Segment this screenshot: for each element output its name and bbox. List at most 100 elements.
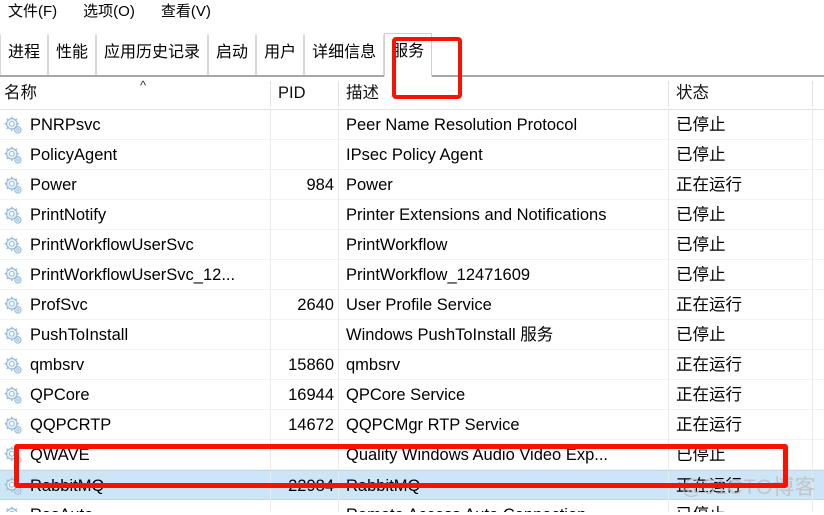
table-row[interactable]: RasAuto Remote Access Auto Connection ...…: [0, 500, 824, 512]
tab-users[interactable]: 用户: [256, 34, 305, 75]
table-row[interactable]: ProfSvc 2640 User Profile Service 正在运行: [0, 290, 824, 320]
cell-description: QPCore Service: [346, 386, 466, 404]
cell-divider: [668, 200, 669, 230]
services-table[interactable]: PNRPsvc Peer Name Resolution Protocol 已停止 P…: [0, 110, 824, 512]
cell-divider: [812, 440, 813, 470]
cell-divider: [668, 260, 669, 290]
cell-description: QQPCMgr RTP Service: [346, 416, 520, 434]
tab-details[interactable]: 详细信息: [304, 34, 385, 75]
cell-divider: [668, 230, 669, 260]
cell-pid: [274, 260, 334, 290]
cell-divider: [668, 440, 669, 470]
tab-processes[interactable]: 进程: [0, 34, 49, 75]
service-gear-icon: [4, 477, 23, 496]
table-row[interactable]: PNRPsvc Peer Name Resolution Protocol 已停止: [0, 110, 824, 140]
cell-pid: [274, 230, 334, 260]
cell-divider: [338, 110, 339, 140]
column-header-desc[interactable]: 描述: [346, 77, 379, 109]
cell-divider: [668, 170, 669, 200]
tab-performance[interactable]: 性能: [48, 34, 97, 75]
cell-divider: [270, 260, 271, 290]
column-header-pid[interactable]: PID: [278, 77, 306, 109]
cell-divider: [668, 500, 669, 512]
sort-ascending-icon: ^: [140, 78, 147, 93]
cell-description: PrintWorkflow: [346, 236, 448, 254]
column-header-name[interactable]: 名称: [4, 77, 37, 109]
service-gear-icon: [4, 116, 23, 135]
cell-divider: [270, 410, 271, 440]
cell-status: 正在运行: [676, 416, 742, 434]
table-row[interactable]: RabbitMQ 22984 RabbitMQ 正在运行: [0, 470, 824, 501]
cell-divider: [812, 170, 813, 200]
column-header-status[interactable]: 状态: [676, 77, 709, 109]
cell-divider: [270, 230, 271, 260]
menu-bar: 文件(F) 选项(O) 查看(V): [0, 0, 824, 24]
service-gear-icon: [4, 296, 23, 315]
table-row[interactable]: PrintNotify Printer Extensions and Notifi…: [0, 200, 824, 230]
cell-divider: [812, 471, 813, 501]
cell-description: qmbsrv: [346, 356, 401, 374]
cell-status: 已停止: [676, 146, 726, 164]
cell-divider: [812, 410, 813, 440]
cell-description: PrintWorkflow_12471609: [346, 266, 531, 284]
tab-app-history[interactable]: 应用历史记录: [96, 34, 209, 75]
column-divider[interactable]: [812, 81, 813, 107]
tab-services[interactable]: 服务: [384, 33, 433, 77]
tab-startup[interactable]: 启动: [208, 34, 257, 75]
cell-description: Windows PushToInstall 服务: [346, 326, 554, 344]
table-row[interactable]: Power 984 Power 正在运行: [0, 170, 824, 200]
cell-divider: [270, 440, 271, 470]
menu-file[interactable]: 文件(F): [6, 2, 67, 22]
cell-divider: [338, 350, 339, 380]
cell-description: Quality Windows Audio Video Exp...: [346, 446, 609, 464]
service-gear-icon: [4, 446, 23, 465]
cell-pid: 2640: [297, 296, 334, 314]
cell-pid: [274, 320, 334, 350]
service-gear-icon: [4, 416, 23, 435]
service-gear-icon: [4, 266, 23, 285]
cell-pid: 14672: [288, 416, 334, 434]
menu-view[interactable]: 查看(V): [159, 2, 221, 22]
table-row[interactable]: QPCore 16944 QPCore Service 正在运行: [0, 380, 824, 410]
cell-pid: [274, 110, 334, 140]
column-divider[interactable]: [338, 81, 339, 107]
table-row[interactable]: PrintWorkflowUserSvc PrintWorkflow 已停止: [0, 230, 824, 260]
cell-service-name: PrintNotify: [30, 206, 107, 224]
column-divider[interactable]: [668, 81, 669, 107]
table-row[interactable]: QWAVE Quality Windows Audio Video Exp... 已…: [0, 440, 824, 470]
table-column-header: 名称 ^ PID 描述 状态: [0, 77, 824, 110]
cell-divider: [668, 471, 669, 501]
table-row[interactable]: qmbsrv 15860 qmbsrv 正在运行: [0, 350, 824, 380]
table-row[interactable]: QQPCRTP 14672 QQPCMgr RTP Service 正在运行: [0, 410, 824, 440]
cell-divider: [668, 350, 669, 380]
tab-bar: 进程 性能 应用历史记录 启动 用户 详细信息 服务: [0, 24, 824, 99]
cell-divider: [338, 410, 339, 440]
cell-divider: [338, 260, 339, 290]
cell-divider: [270, 110, 271, 140]
cell-status: 已停止: [676, 446, 726, 464]
cell-divider: [338, 140, 339, 170]
cell-service-name: PrintWorkflowUserSvc: [30, 236, 194, 254]
menu-options[interactable]: 选项(O): [81, 2, 145, 22]
table-row[interactable]: PolicyAgent IPsec Policy Agent 已停止: [0, 140, 824, 170]
cell-divider: [668, 320, 669, 350]
cell-status: 已停止: [676, 500, 806, 512]
column-divider[interactable]: [270, 81, 271, 107]
cell-divider: [668, 290, 669, 320]
cell-service-name: RabbitMQ: [30, 477, 105, 495]
table-row[interactable]: PushToInstall Windows PushToInstall 服务 已停止: [0, 320, 824, 350]
cell-divider: [270, 350, 271, 380]
cell-description: Power: [346, 176, 393, 194]
table-row[interactable]: PrintWorkflowUserSvc_12... PrintWorkflow_…: [0, 260, 824, 290]
cell-service-name: qmbsrv: [30, 356, 85, 374]
cell-divider: [338, 380, 339, 410]
services-row-container: PNRPsvc Peer Name Resolution Protocol 已停止 P…: [0, 110, 824, 512]
cell-divider: [812, 320, 813, 350]
cell-divider: [338, 471, 339, 501]
service-gear-icon: [4, 206, 23, 225]
cell-divider: [668, 110, 669, 140]
cell-description: IPsec Policy Agent: [346, 146, 483, 164]
cell-description: Peer Name Resolution Protocol: [346, 116, 578, 134]
cell-pid: [274, 440, 334, 470]
cell-description: User Profile Service: [346, 296, 492, 314]
